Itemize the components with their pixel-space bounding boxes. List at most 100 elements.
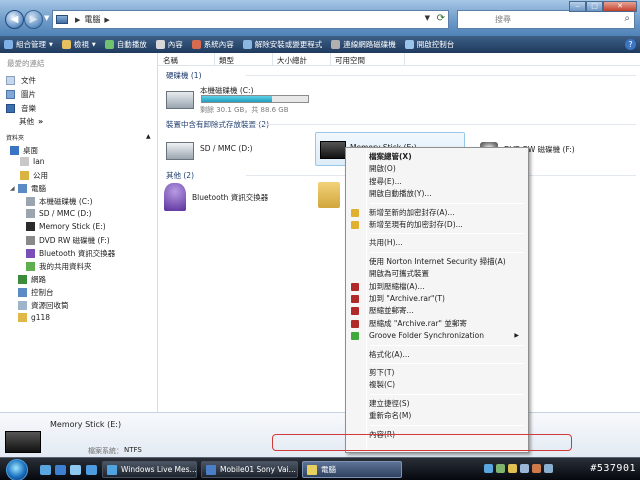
task-mobile01[interactable]: Mobile01 Sony Vai... xyxy=(201,461,298,478)
ie-icon[interactable] xyxy=(55,465,66,475)
tree-item-drive-e[interactable]: Memory Stick (E:) xyxy=(26,222,106,231)
maximize-button[interactable]: □ xyxy=(586,1,603,12)
column-type[interactable]: 類型 xyxy=(216,55,234,66)
tree-item-network[interactable]: 網路 xyxy=(18,274,46,285)
tray-icon[interactable] xyxy=(508,464,517,473)
tray-icon[interactable] xyxy=(532,464,541,473)
address-dropdown-icon[interactable]: ▼ xyxy=(425,14,430,22)
menu-item[interactable]: 加到壓縮檔(A)... xyxy=(349,281,525,293)
more-links[interactable]: 其他 » xyxy=(19,116,43,127)
menu-item[interactable]: 加到 "Archive.rar"(T) xyxy=(349,293,525,305)
memory-stick-icon xyxy=(320,141,346,159)
organize-button[interactable]: 組合管理 ▼ xyxy=(0,39,58,50)
views-button[interactable]: 檢視 ▼ xyxy=(58,39,101,50)
menu-item[interactable]: 複製(C) xyxy=(349,379,525,391)
card-reader-icon xyxy=(26,209,35,218)
favorite-link-music[interactable]: 音樂 xyxy=(6,103,36,114)
menu-item[interactable]: 壓縮並郵寄... xyxy=(349,305,525,317)
tree-item-recycle-bin[interactable]: 資源回收筒 xyxy=(18,300,69,311)
tree-item-drive-f[interactable]: DVD RW 磁碟機 (F:) xyxy=(26,235,110,246)
tray-icon[interactable] xyxy=(544,464,553,473)
autoplay-button[interactable]: 自動播放 xyxy=(101,39,152,50)
minimize-button[interactable]: ‒ xyxy=(569,1,586,12)
tree-item-control-panel[interactable]: 控制台 xyxy=(18,287,54,298)
tree-item-drive-c[interactable]: 本機磁碟機 (C:) xyxy=(26,196,93,207)
drive-d[interactable]: SD / MMC (D:) xyxy=(166,142,253,160)
control-panel-icon xyxy=(18,288,27,297)
menu-item[interactable]: 開啟自動播放(Y)... xyxy=(349,188,525,200)
address-box[interactable]: ▶ 電腦 ▶ ▼ ⟳ xyxy=(52,10,449,29)
help-icon[interactable]: ? xyxy=(625,39,636,50)
tree-item-user[interactable]: Ian xyxy=(20,157,45,166)
tree-item-shared-folder[interactable]: 我的共用資料夾 xyxy=(26,261,92,272)
open-control-panel-button[interactable]: 開啟控制台 xyxy=(401,39,460,50)
folders-header[interactable]: 資料夾 ▲ xyxy=(6,133,151,142)
expand-arrow-icon[interactable]: ◢ xyxy=(10,185,18,192)
menu-item[interactable]: 格式化(A)... xyxy=(349,349,525,361)
column-name[interactable]: 名稱 xyxy=(160,55,178,66)
tray-icon[interactable] xyxy=(496,464,505,473)
forward-button[interactable]: ▶ xyxy=(24,10,43,29)
task-computer[interactable]: 電腦 xyxy=(302,461,402,478)
tree-item-computer[interactable]: ◢ 電腦 xyxy=(10,183,46,194)
map-network-drive-button[interactable]: 連線網路磁碟機 xyxy=(327,39,401,50)
tree-item-bluetooth[interactable]: Bluetooth 資訊交換器 xyxy=(26,248,115,259)
menu-item[interactable]: 共用(H)... xyxy=(349,237,525,249)
search-icon[interactable]: ⌕ xyxy=(624,13,630,24)
tree-item-public[interactable]: 公用 xyxy=(20,170,48,181)
system-properties-button[interactable]: 系統內容 xyxy=(188,39,239,50)
menu-item[interactable]: 剪下(T) xyxy=(349,367,525,379)
tree-item-desktop[interactable]: 桌面 xyxy=(10,145,38,156)
menu-item[interactable]: 使用 Norton Internet Security 掃描(A) xyxy=(349,256,525,268)
views-label: 檢視 xyxy=(73,40,89,49)
start-button[interactable] xyxy=(6,459,28,480)
menu-separator xyxy=(370,424,524,426)
breadcrumb-arrow-icon[interactable]: ▶ xyxy=(104,16,109,24)
menu-item[interactable]: 搜尋(E)... xyxy=(349,176,525,188)
menu-item[interactable]: 建立捷徑(S) xyxy=(349,398,525,410)
tray-icon[interactable] xyxy=(520,464,529,473)
tree-item-g118[interactable]: g118 xyxy=(18,313,50,322)
media-icon[interactable] xyxy=(86,465,97,475)
switch-windows-icon[interactable] xyxy=(70,465,81,475)
uninstall-icon xyxy=(242,40,252,49)
close-button[interactable]: ✕ xyxy=(603,1,637,12)
show-desktop-icon[interactable] xyxy=(40,465,51,475)
refresh-icon[interactable]: ⟳ xyxy=(437,13,445,24)
folder-icon xyxy=(18,313,27,322)
column-total-size[interactable]: 大小總計 xyxy=(274,55,307,66)
uninstall-program-button[interactable]: 解除安裝或變更程式 xyxy=(239,39,328,50)
menu-item[interactable]: 開啟(O) xyxy=(349,163,525,175)
favorite-link-documents[interactable]: 文件 xyxy=(6,75,36,86)
group-header-hard-disks[interactable]: 硬碟機 (1) xyxy=(166,70,636,81)
tree-label: 網路 xyxy=(31,275,46,284)
menu-item[interactable]: 檔案總管(X) xyxy=(349,151,525,163)
task-windows-live-messenger[interactable]: Windows Live Mes... xyxy=(102,461,197,478)
bluetooth-exchanger[interactable]: Bluetooth 資訊交換器 xyxy=(164,183,268,211)
breadcrumb-computer[interactable]: 電腦 xyxy=(84,14,100,25)
menu-item[interactable]: 開啟為可攜式裝置 xyxy=(349,268,525,280)
menu-item[interactable]: 新增至新的加密封存(A)... xyxy=(349,207,525,219)
shared-folder-item[interactable] xyxy=(318,182,346,208)
menu-item[interactable]: 壓縮成 "Archive.rar" 並郵寄 xyxy=(349,318,525,330)
menu-item[interactable]: Groove Folder Synchronization ▶ xyxy=(349,330,525,342)
breadcrumb-arrow-icon[interactable]: ▶ xyxy=(75,16,80,24)
browser-icon xyxy=(206,464,216,475)
shared-folder-icon xyxy=(26,262,35,271)
back-button[interactable]: ◀ xyxy=(5,10,24,29)
chevron-up-icon[interactable]: ▲ xyxy=(146,133,151,140)
favorite-link-pictures[interactable]: 圖片 xyxy=(6,89,36,100)
tree-item-drive-d[interactable]: SD / MMC (D:) xyxy=(26,209,92,218)
search-input[interactable]: 搜尋 ⌕ xyxy=(457,10,635,29)
map-network-drive-label: 連線網路磁碟機 xyxy=(343,40,396,49)
watermark: #537901 xyxy=(590,463,636,474)
menu-item[interactable]: 新增至現有的加密封存(D)... xyxy=(349,219,525,231)
desktop-icon xyxy=(10,146,19,155)
column-free-space[interactable]: 可用空間 xyxy=(332,55,365,66)
recent-pages-dropdown[interactable]: ▼ xyxy=(44,14,49,22)
menu-item[interactable]: 重新命名(M) xyxy=(349,410,525,422)
group-header-removable[interactable]: 裝置中含有卸除式存放裝置 (2) xyxy=(166,119,636,130)
tray-icon[interactable] xyxy=(484,464,493,473)
properties-button[interactable]: 內容 xyxy=(152,39,188,50)
folder-icon xyxy=(20,171,29,180)
